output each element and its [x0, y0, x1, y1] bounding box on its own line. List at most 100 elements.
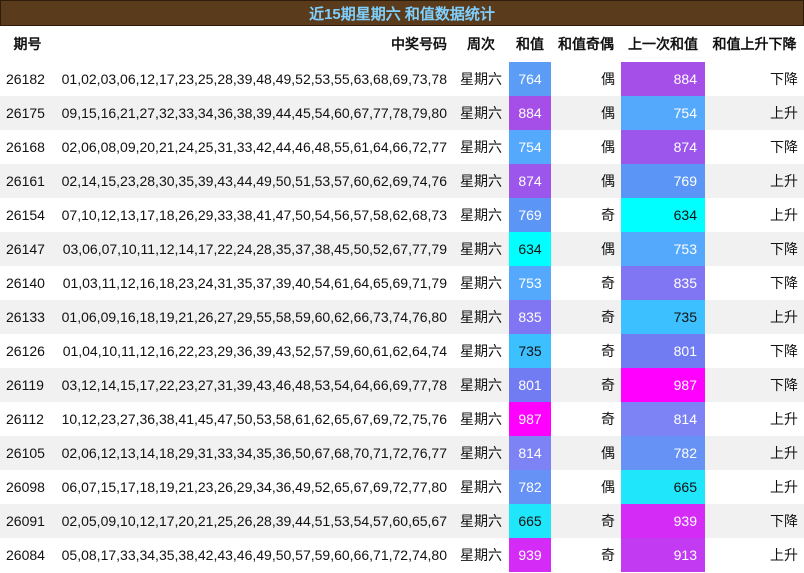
cell-numbers: 03,06,07,10,11,12,14,17,22,24,28,35,37,3… — [55, 232, 453, 266]
table-row: 26126 01,04,10,11,12,16,22,23,29,36,39,43… — [0, 334, 804, 368]
cell-prev-sum: 753 — [621, 232, 705, 266]
cell-trend: 下降 — [705, 266, 804, 300]
cell-sum: 835 — [509, 300, 551, 334]
cell-prev-sum: 801 — [621, 334, 705, 368]
cell-sum: 782 — [509, 470, 551, 504]
table-row: 26161 02,14,15,23,28,30,35,39,43,44,49,50… — [0, 164, 804, 198]
cell-sum: 814 — [509, 436, 551, 470]
table-header-row: 期号 中奖号码 周次 和值 和值奇偶 上一次和值 和值上升下降 — [0, 26, 804, 62]
cell-numbers: 07,10,12,13,17,18,26,29,33,38,41,47,50,5… — [55, 198, 453, 232]
cell-sum: 874 — [509, 164, 551, 198]
cell-period: 26161 — [0, 164, 55, 198]
cell-period: 26154 — [0, 198, 55, 232]
cell-sum: 801 — [509, 368, 551, 402]
cell-prev-sum: 913 — [621, 538, 705, 572]
header-period: 期号 — [0, 26, 55, 62]
cell-period: 26140 — [0, 266, 55, 300]
cell-trend: 下降 — [705, 368, 804, 402]
table-row: 26119 03,12,14,15,17,22,23,27,31,39,43,46… — [0, 368, 804, 402]
table-row: 26168 02,06,08,09,20,21,24,25,31,33,42,44… — [0, 130, 804, 164]
table-row: 26133 01,06,09,16,18,19,21,26,27,29,55,58… — [0, 300, 804, 334]
cell-numbers: 10,12,23,27,36,38,41,45,47,50,53,58,61,6… — [55, 402, 453, 436]
cell-numbers: 03,12,14,15,17,22,23,27,31,39,43,46,48,5… — [55, 368, 453, 402]
cell-numbers: 01,02,03,06,12,17,23,25,28,39,48,49,52,5… — [55, 62, 453, 96]
cell-numbers: 06,07,15,17,18,19,21,23,26,29,34,36,49,5… — [55, 470, 453, 504]
cell-prev-sum: 987 — [621, 368, 705, 402]
cell-parity: 奇 — [551, 266, 621, 300]
cell-numbers: 05,08,17,33,34,35,38,42,43,46,49,50,57,5… — [55, 538, 453, 572]
cell-sum: 753 — [509, 266, 551, 300]
cell-trend: 上升 — [705, 470, 804, 504]
cell-weekday: 星期六 — [453, 96, 509, 130]
cell-numbers: 01,04,10,11,12,16,22,23,29,36,39,43,52,5… — [55, 334, 453, 368]
cell-numbers: 01,06,09,16,18,19,21,26,27,29,55,58,59,6… — [55, 300, 453, 334]
cell-weekday: 星期六 — [453, 470, 509, 504]
cell-numbers: 02,05,09,10,12,17,20,21,25,26,28,39,44,5… — [55, 504, 453, 538]
cell-sum: 665 — [509, 504, 551, 538]
cell-parity: 奇 — [551, 300, 621, 334]
cell-trend: 下降 — [705, 232, 804, 266]
cell-trend: 下降 — [705, 130, 804, 164]
cell-weekday: 星期六 — [453, 334, 509, 368]
cell-trend: 上升 — [705, 538, 804, 572]
cell-prev-sum: 939 — [621, 504, 705, 538]
cell-prev-sum: 874 — [621, 130, 705, 164]
cell-trend: 上升 — [705, 300, 804, 334]
header-prev-sum: 上一次和值 — [621, 26, 705, 62]
cell-parity: 奇 — [551, 368, 621, 402]
header-numbers: 中奖号码 — [55, 26, 453, 62]
page-title: 近15期星期六 和值数据统计 — [0, 0, 804, 26]
cell-period: 26168 — [0, 130, 55, 164]
cell-weekday: 星期六 — [453, 198, 509, 232]
cell-trend: 下降 — [705, 504, 804, 538]
table-row: 26140 01,03,11,12,16,18,23,24,31,35,37,39… — [0, 266, 804, 300]
cell-sum: 764 — [509, 62, 551, 96]
cell-sum: 634 — [509, 232, 551, 266]
cell-period: 26105 — [0, 436, 55, 470]
cell-prev-sum: 735 — [621, 300, 705, 334]
cell-prev-sum: 835 — [621, 266, 705, 300]
cell-numbers: 09,15,16,21,27,32,33,34,36,38,39,44,45,5… — [55, 96, 453, 130]
sum-stats-table: 期号 中奖号码 周次 和值 和值奇偶 上一次和值 和值上升下降 26182 01,… — [0, 26, 804, 572]
cell-period: 26133 — [0, 300, 55, 334]
header-sum: 和值 — [509, 26, 551, 62]
cell-parity: 偶 — [551, 164, 621, 198]
cell-trend: 下降 — [705, 62, 804, 96]
cell-parity: 偶 — [551, 232, 621, 266]
cell-prev-sum: 769 — [621, 164, 705, 198]
cell-sum: 939 — [509, 538, 551, 572]
cell-prev-sum: 814 — [621, 402, 705, 436]
table-row: 26154 07,10,12,13,17,18,26,29,33,38,41,47… — [0, 198, 804, 232]
cell-prev-sum: 634 — [621, 198, 705, 232]
cell-period: 26147 — [0, 232, 55, 266]
table-row: 26175 09,15,16,21,27,32,33,34,36,38,39,44… — [0, 96, 804, 130]
cell-prev-sum: 754 — [621, 96, 705, 130]
cell-sum: 754 — [509, 130, 551, 164]
cell-sum: 735 — [509, 334, 551, 368]
cell-parity: 奇 — [551, 504, 621, 538]
cell-numbers: 02,06,12,13,14,18,29,31,33,34,35,36,50,6… — [55, 436, 453, 470]
cell-period: 26175 — [0, 96, 55, 130]
cell-trend: 下降 — [705, 334, 804, 368]
cell-parity: 奇 — [551, 334, 621, 368]
cell-trend: 上升 — [705, 198, 804, 232]
cell-prev-sum: 884 — [621, 62, 705, 96]
table-row: 26091 02,05,09,10,12,17,20,21,25,26,28,39… — [0, 504, 804, 538]
cell-weekday: 星期六 — [453, 402, 509, 436]
cell-prev-sum: 665 — [621, 470, 705, 504]
table-row: 26105 02,06,12,13,14,18,29,31,33,34,35,36… — [0, 436, 804, 470]
cell-weekday: 星期六 — [453, 62, 509, 96]
cell-parity: 奇 — [551, 198, 621, 232]
cell-numbers: 01,03,11,12,16,18,23,24,31,35,37,39,40,5… — [55, 266, 453, 300]
cell-parity: 偶 — [551, 436, 621, 470]
cell-trend: 上升 — [705, 402, 804, 436]
table-row: 26098 06,07,15,17,18,19,21,23,26,29,34,36… — [0, 470, 804, 504]
cell-sum: 769 — [509, 198, 551, 232]
cell-weekday: 星期六 — [453, 504, 509, 538]
cell-parity: 偶 — [551, 62, 621, 96]
table-row: 26182 01,02,03,06,12,17,23,25,28,39,48,49… — [0, 62, 804, 96]
cell-period: 26182 — [0, 62, 55, 96]
cell-parity: 奇 — [551, 538, 621, 572]
cell-numbers: 02,14,15,23,28,30,35,39,43,44,49,50,51,5… — [55, 164, 453, 198]
cell-period: 26126 — [0, 334, 55, 368]
